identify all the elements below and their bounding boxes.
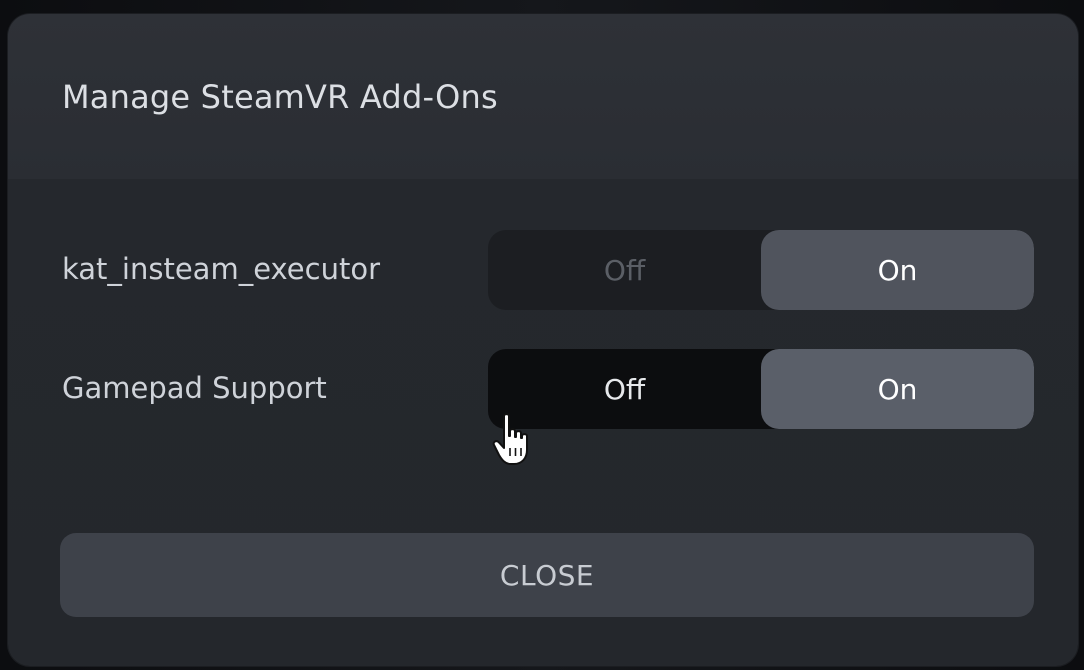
toggle-off-option[interactable]: Off [488, 230, 761, 310]
addon-label-kat-insteam-executor: kat_insteam_executor [62, 252, 381, 286]
addon-label-gamepad-support: Gamepad Support [62, 371, 327, 405]
addon-toggle-gamepad-support[interactable]: Off On [488, 349, 1034, 429]
addon-toggle-kat-insteam-executor[interactable]: Off On [488, 230, 1034, 310]
dialog-title: Manage SteamVR Add-Ons [62, 78, 498, 116]
toggle-on-option[interactable]: On [761, 349, 1034, 429]
close-button[interactable]: CLOSE [60, 533, 1034, 617]
manage-addons-dialog: Manage SteamVR Add-Ons kat_insteam_execu… [8, 14, 1078, 666]
hand-pointer-icon [492, 413, 528, 465]
toggle-on-option[interactable]: On [761, 230, 1034, 310]
